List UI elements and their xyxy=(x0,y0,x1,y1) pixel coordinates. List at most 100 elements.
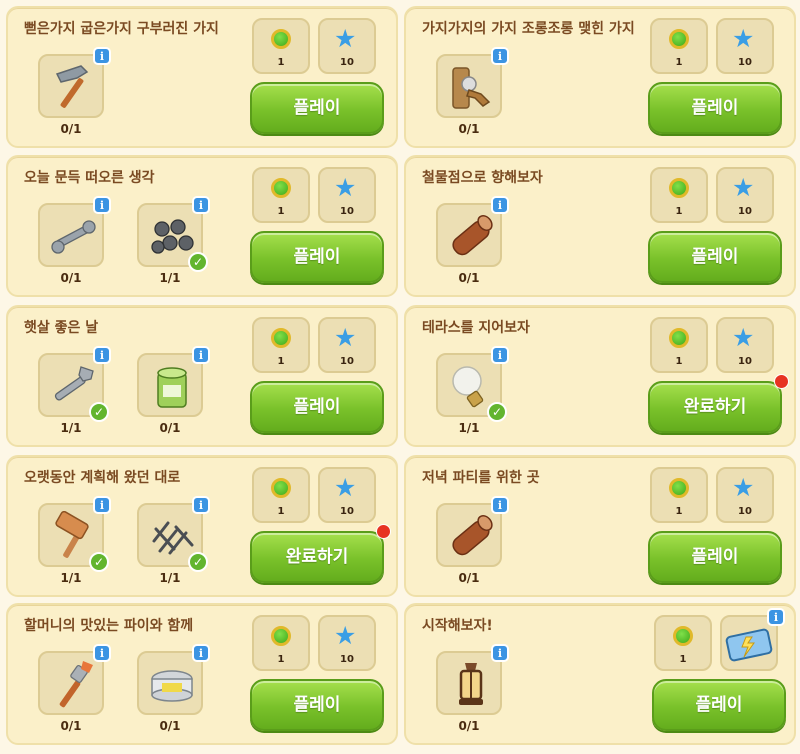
play-button[interactable]: 플레이 xyxy=(250,82,384,134)
quest-title: 오랫동안 계획해 왔던 대로 xyxy=(24,470,181,486)
item-count: 0/1 xyxy=(60,719,82,733)
reward-value: 10 xyxy=(738,57,752,68)
info-button[interactable]: i xyxy=(491,496,509,514)
reward-value: 1 xyxy=(277,356,285,367)
item-count: 0/1 xyxy=(458,271,480,285)
required-item-slot[interactable]: i ✓ xyxy=(38,496,111,572)
play-button[interactable]: 플레이 xyxy=(250,231,384,283)
required-item-slot[interactable]: i xyxy=(436,47,509,118)
play-button[interactable]: 플레이 xyxy=(648,82,782,134)
required-item-slot[interactable]: i ✓ xyxy=(137,496,210,572)
quest-title: 할머니의 맛있는 파이와 함께 xyxy=(24,618,194,634)
quest-title: 가지가지의 가지 조롱조롱 맺힌 가지 xyxy=(422,21,635,37)
info-button[interactable]: i xyxy=(93,196,111,214)
quest-title: 오늘 문득 떠오른 생각 xyxy=(24,170,155,186)
reward-slot: 1 xyxy=(650,467,708,523)
info-button[interactable]: i xyxy=(192,496,210,514)
required-item-slot[interactable]: i xyxy=(137,644,210,715)
required-item-slot[interactable]: i xyxy=(38,196,111,267)
item-count: 1/1 xyxy=(159,271,181,285)
reward-value: 10 xyxy=(738,206,752,217)
info-button[interactable]: i xyxy=(767,608,785,626)
gem-icon xyxy=(669,29,689,49)
quest-card: 할머니의 맛있는 파이와 함께 i 0/1 i 0/1 1 ★ 10 플레이 xyxy=(6,603,398,745)
info-button[interactable]: i xyxy=(93,47,111,65)
reward-value: 10 xyxy=(738,506,752,517)
gem-icon xyxy=(271,178,291,198)
reward-value: 1 xyxy=(277,206,285,217)
complete-button[interactable]: 완료하기 xyxy=(250,531,384,583)
notification-dot xyxy=(376,524,391,539)
reward-slot: 1 xyxy=(650,167,708,223)
quest-card: 가지가지의 가지 조롱조롱 맺힌 가지 i 0/1 1 ★ 10 플레이 xyxy=(404,6,796,148)
info-button[interactable]: i xyxy=(491,644,509,662)
item-count: 0/1 xyxy=(159,421,181,435)
quest-title: 철물점으로 향해보자 xyxy=(422,170,543,186)
gem-icon xyxy=(271,328,291,348)
reward-slot: ★ 10 xyxy=(318,467,376,523)
reward-slot: 1 xyxy=(252,467,310,523)
item-count: 0/1 xyxy=(458,122,480,136)
item-count: 0/1 xyxy=(458,571,480,585)
reward-slot: 1 xyxy=(252,167,310,223)
reward-slot: 1 xyxy=(252,18,310,74)
gem-icon xyxy=(669,328,689,348)
info-button[interactable]: i xyxy=(93,496,111,514)
required-item-slot[interactable]: i ✓ xyxy=(137,196,210,272)
play-button[interactable]: 플레이 xyxy=(250,679,384,731)
reward-value: 1 xyxy=(679,654,687,665)
reward-value: 1 xyxy=(675,57,683,68)
item-count: 0/1 xyxy=(60,122,82,136)
quest-card: 오늘 문득 떠오른 생각 i 0/1 i ✓ 1/1 1 ★ 10 플레이 xyxy=(6,155,398,297)
required-item-slot[interactable]: i ✓ xyxy=(436,346,509,422)
required-item-slot[interactable]: i xyxy=(436,644,509,715)
star-icon: ★ xyxy=(732,323,755,352)
checkmark-icon: ✓ xyxy=(89,552,109,572)
quest-card: 햇살 좋은 날 i ✓ 1/1 i 0/1 1 ★ 10 플레이 xyxy=(6,305,398,447)
required-item-slot[interactable]: i ✓ xyxy=(38,346,111,422)
reward-value: 1 xyxy=(277,506,285,517)
required-item-slot[interactable]: i xyxy=(38,47,111,118)
reward-value: 10 xyxy=(340,356,354,367)
info-button[interactable]: i xyxy=(93,346,111,364)
star-icon: ★ xyxy=(732,473,755,502)
info-button[interactable]: i xyxy=(192,196,210,214)
star-icon: ★ xyxy=(334,621,357,650)
quest-card: 테라스를 지어보자 i ✓ 1/1 1 ★ 10 완료하기 xyxy=(404,305,796,447)
checkmark-icon: ✓ xyxy=(188,552,208,572)
info-button[interactable]: i xyxy=(491,196,509,214)
reward-value: 10 xyxy=(340,506,354,517)
play-button[interactable]: 플레이 xyxy=(652,679,786,731)
reward-slot: 1 xyxy=(252,615,310,671)
item-count: 0/1 xyxy=(159,719,181,733)
quest-card: 오랫동안 계획해 왔던 대로 i ✓ 1/1 i ✓ 1/1 1 ★ 10 완료하기 xyxy=(6,455,398,597)
reward-value: 10 xyxy=(738,356,752,367)
complete-button[interactable]: 완료하기 xyxy=(648,381,782,433)
star-icon: ★ xyxy=(334,473,357,502)
star-icon: ★ xyxy=(334,24,357,53)
play-button[interactable]: 플레이 xyxy=(250,381,384,433)
reward-slot: ★ 10 xyxy=(318,317,376,373)
reward-slot: ★ 10 xyxy=(716,18,774,74)
info-button[interactable]: i xyxy=(93,644,111,662)
reward-value: 10 xyxy=(340,57,354,68)
checkmark-icon: ✓ xyxy=(188,252,208,272)
required-item-slot[interactable]: i xyxy=(38,644,111,715)
item-count: 1/1 xyxy=(458,421,480,435)
required-item-slot[interactable]: i xyxy=(436,496,509,567)
info-button[interactable]: i xyxy=(192,644,210,662)
play-button[interactable]: 플레이 xyxy=(648,231,782,283)
quest-title: 테라스를 지어보자 xyxy=(422,320,530,336)
reward-value: 1 xyxy=(675,356,683,367)
required-item-slot[interactable]: i xyxy=(436,196,509,267)
required-item-slot[interactable]: i xyxy=(137,346,210,417)
quest-title: 저녁 파티를 위한 곳 xyxy=(422,470,540,486)
item-count: 0/1 xyxy=(60,271,82,285)
info-button[interactable]: i xyxy=(491,47,509,65)
gem-icon xyxy=(271,626,291,646)
info-button[interactable]: i xyxy=(192,346,210,364)
gem-icon xyxy=(669,178,689,198)
info-button[interactable]: i xyxy=(491,346,509,364)
play-button[interactable]: 플레이 xyxy=(648,531,782,583)
quest-card: 시작해보자! i 0/1 1 i 플레이 xyxy=(404,603,796,745)
